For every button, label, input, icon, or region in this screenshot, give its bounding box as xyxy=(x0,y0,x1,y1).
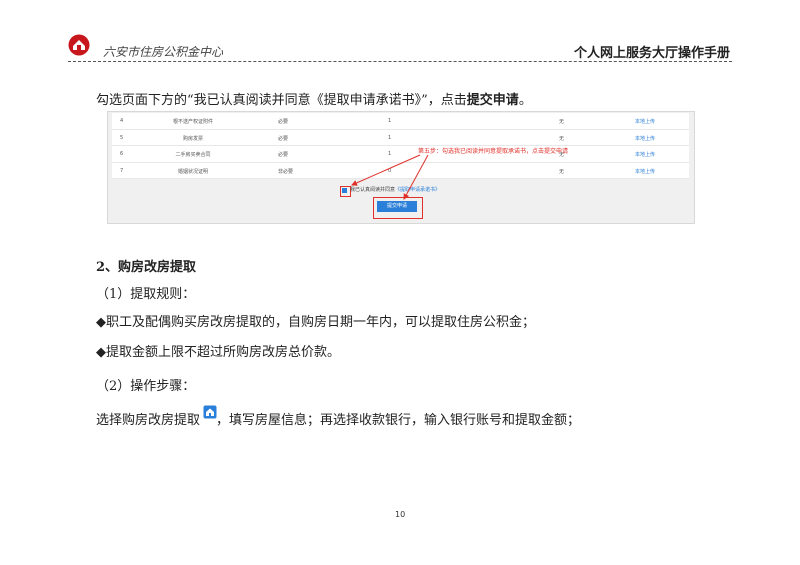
row-status: 无 xyxy=(559,135,565,142)
row-count: 1 xyxy=(388,118,392,124)
row-required: 必要 xyxy=(278,119,289,125)
row-status: 无 xyxy=(559,168,565,175)
page-number: 10 xyxy=(395,510,406,519)
upload-link[interactable]: 本地上传 xyxy=(635,151,655,158)
steps-heading: （2）操作步骤： xyxy=(96,379,196,394)
row-material-name: 根不送产权证附件 xyxy=(172,119,213,125)
row-number: 4 xyxy=(120,118,124,124)
row-required: 必要 xyxy=(278,135,289,142)
instruction-emphasis: 提交申请 xyxy=(466,93,519,108)
row-required: 必要 xyxy=(278,152,289,158)
step-text-end: ，填写房屋信息；再选择收款银行，输入银行账号和提取金额； xyxy=(216,413,581,428)
section-title: 2、购房改房提取 xyxy=(96,260,197,275)
instruction-end: 。 xyxy=(518,93,532,108)
header-divider xyxy=(68,61,732,62)
annotation-arrows xyxy=(351,154,429,200)
rule-bullet-2: ◆提取金额上限不超过所购房改房总价款。 xyxy=(96,345,340,360)
row-count: 1 xyxy=(388,134,392,141)
rule-heading: （1）提取规则： xyxy=(96,287,196,302)
upload-link[interactable]: 本地上传 xyxy=(635,118,655,125)
row-status: 无 xyxy=(559,119,565,125)
step-annotation: 第五步：勾选我已阅读并同意提取承诺书，点击提交申请 xyxy=(418,148,569,155)
instruction-line: 勾选页面下方的“我已认真阅读并同意《提取申请承诺书》”，点击提交申请。 xyxy=(96,89,532,108)
step-text: 选择购房改房提取 xyxy=(96,413,201,428)
row-number: 5 xyxy=(120,134,124,141)
table-row: 4 根不送产权证附件 必要 1 无 本地上传 xyxy=(112,113,689,130)
row-required: 非必要 xyxy=(278,168,294,175)
row-number: 7 xyxy=(120,167,124,174)
row-number: 6 xyxy=(120,151,124,157)
center-logo-icon xyxy=(68,34,90,56)
instruction-text: 勾选页面下方的“我已认真阅读并同意《提取申请承诺书》”，点击 xyxy=(96,93,467,108)
table-row: 5 购房发票 必要 1 无 本地上传 xyxy=(112,130,689,146)
step-line: 选择购房改房提取 ，填写房屋信息；再选择收款银行，输入银行账号和提取金额； xyxy=(96,409,580,428)
upload-link[interactable]: 本地上传 xyxy=(635,168,655,175)
manual-title: 个人网上服务大厅操作手册 xyxy=(573,46,730,61)
org-name: 六安市住房公积金中心 xyxy=(103,45,224,59)
rule-bullet-1: ◆职工及配偶购买房改房提取的，自购房日期一年内，可以提取住房公积金； xyxy=(96,315,535,330)
row-material-name: 购房发票 xyxy=(182,135,203,142)
house-icon xyxy=(203,405,217,419)
row-material-name: 二手房买卖合同 xyxy=(175,152,211,158)
upload-link[interactable]: 本地上传 xyxy=(635,135,655,142)
row-material-name: 婚姻状况证明 xyxy=(177,168,208,175)
